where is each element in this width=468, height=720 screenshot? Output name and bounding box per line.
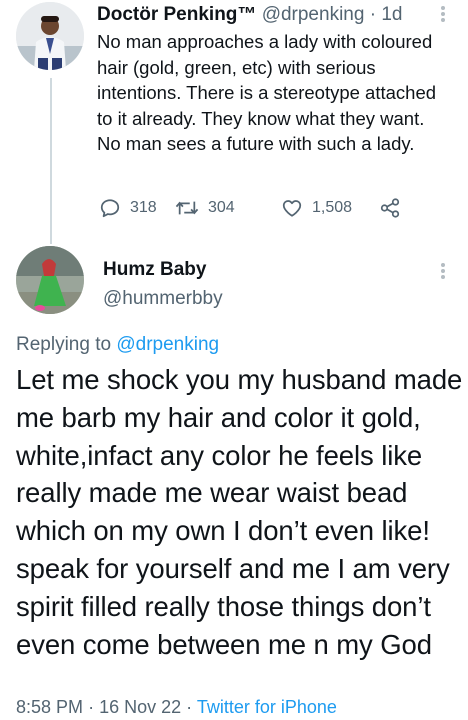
thread-connector-line	[50, 78, 52, 244]
share-button[interactable]	[379, 195, 401, 221]
tweet-meta: 8:58 PM · 16 Nov 22 · Twitter for iPhone	[16, 695, 337, 719]
tweet-time-of-day[interactable]: 8:58 PM	[16, 697, 83, 717]
retweet-count: 304	[208, 199, 235, 216]
tweet-header: Doctör Penking™ @drpenking · 1d	[97, 2, 402, 28]
more-options-icon[interactable]	[440, 5, 446, 23]
reply-icon	[100, 199, 120, 218]
replying-to-line: Replying to @drpenking	[16, 332, 219, 358]
share-icon	[380, 198, 400, 218]
separator-dot: ·	[88, 697, 95, 717]
avatar-drpenking[interactable]	[16, 2, 84, 70]
retweet-button[interactable]: 304	[175, 195, 235, 221]
retweet-icon	[175, 201, 199, 215]
reply-author-handle[interactable]: @hummerbby	[103, 286, 223, 312]
like-button[interactable]: 1,508	[281, 195, 352, 221]
more-options-icon[interactable]	[440, 262, 446, 280]
tweet-text: No man approaches a lady with coloured h…	[97, 31, 437, 154]
avatar-image	[16, 2, 84, 70]
tweet-date[interactable]: 16 Nov 22	[99, 697, 181, 717]
tweet-time[interactable]: 1d	[381, 4, 402, 25]
reply-tweet-text: Let me shock you my husband made me barb…	[16, 364, 463, 660]
like-icon	[282, 200, 302, 217]
avatar-hummerbby[interactable]	[16, 246, 84, 314]
tweet-actions: 318 304 1,508	[97, 195, 437, 221]
separator-dot: ·	[369, 4, 377, 25]
reply-count: 318	[130, 199, 157, 216]
avatar-image	[16, 246, 84, 314]
replying-prefix: Replying to	[16, 334, 112, 355]
separator-dot: ·	[186, 697, 193, 717]
replying-mention-link[interactable]: @drpenking	[116, 334, 219, 355]
author-handle[interactable]: @drpenking	[262, 4, 365, 25]
author-name[interactable]: Doctör Penking™	[97, 4, 256, 25]
tweet-source-link[interactable]: Twitter for iPhone	[197, 697, 337, 717]
like-count: 1,508	[312, 199, 353, 216]
reply-author-name[interactable]: Humz Baby	[103, 257, 206, 283]
reply-button[interactable]: 318	[99, 195, 157, 221]
